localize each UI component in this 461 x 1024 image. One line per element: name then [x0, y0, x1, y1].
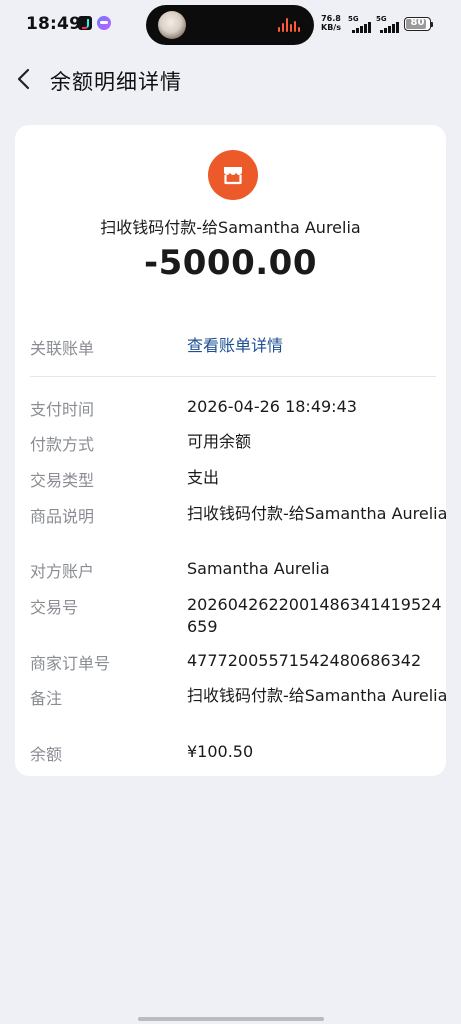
- detail-value: ¥100.50: [187, 742, 254, 761]
- back-button[interactable]: [8, 59, 44, 99]
- detail-value: 2026-04-26 18:49:43: [187, 397, 357, 416]
- detail-label: 交易号: [30, 598, 79, 617]
- dynamic-island[interactable]: [146, 5, 314, 45]
- chevron-left-icon: [17, 68, 30, 90]
- media-artwork-icon: [158, 11, 186, 39]
- status-time: 18:49: [26, 14, 82, 34]
- shop-icon: [208, 150, 258, 200]
- merchant-name: 扫收钱码付款-给Samantha Aurelia: [100, 218, 361, 237]
- detail-label: 支付时间: [30, 400, 95, 419]
- battery-icon: 80: [404, 17, 431, 31]
- detail-label: 商品说明: [30, 507, 95, 526]
- detail-value: 可用余额: [187, 432, 252, 451]
- related-bill-label: 关联账单: [30, 339, 95, 358]
- detail-label: 余额: [30, 745, 63, 764]
- detail-value: 扫收钱码付款-给Samantha Aurelia: [187, 686, 448, 705]
- messenger-icon: [97, 16, 111, 30]
- detail-value: Samantha Aurelia: [187, 559, 330, 578]
- tiktok-icon: [78, 16, 92, 30]
- audio-wave-icon: [278, 18, 302, 32]
- detail-label: 付款方式: [30, 435, 95, 454]
- detail-label: 商家订单号: [30, 654, 111, 673]
- detail-label: 交易类型: [30, 471, 95, 490]
- network-speed: 76.8 KB/s: [321, 14, 341, 32]
- signal-icon: 5G: [348, 15, 376, 33]
- home-indicator[interactable]: [138, 1017, 324, 1021]
- detail-label: 对方账户: [30, 562, 95, 581]
- transaction-amount: -5000.00: [144, 243, 317, 283]
- detail-label: 备注: [30, 689, 63, 708]
- detail-value[interactable]: 4777200557154248068634​2: [187, 650, 449, 672]
- signal-icon: 5G: [376, 15, 404, 33]
- detail-value: 扫收钱码付款-给Samantha Aurelia: [187, 504, 448, 523]
- detail-value: 支出: [187, 468, 220, 487]
- battery-level: 80: [410, 17, 425, 28]
- view-bill-details-link[interactable]: 查看账单详情: [187, 335, 449, 357]
- page-title: 余额明细详情: [50, 70, 182, 94]
- nav-bar: 余额明细详情: [0, 50, 461, 108]
- detail-value[interactable]: 2026042622001486341419524659: [187, 594, 449, 638]
- transaction-detail-card: 扫收钱码付款-给Samantha Aurelia -5000.00 关联账单 查…: [15, 125, 449, 776]
- status-bar: 18:49 76.8 KB/s 5G 5G 80: [0, 0, 461, 50]
- divider: [30, 376, 436, 377]
